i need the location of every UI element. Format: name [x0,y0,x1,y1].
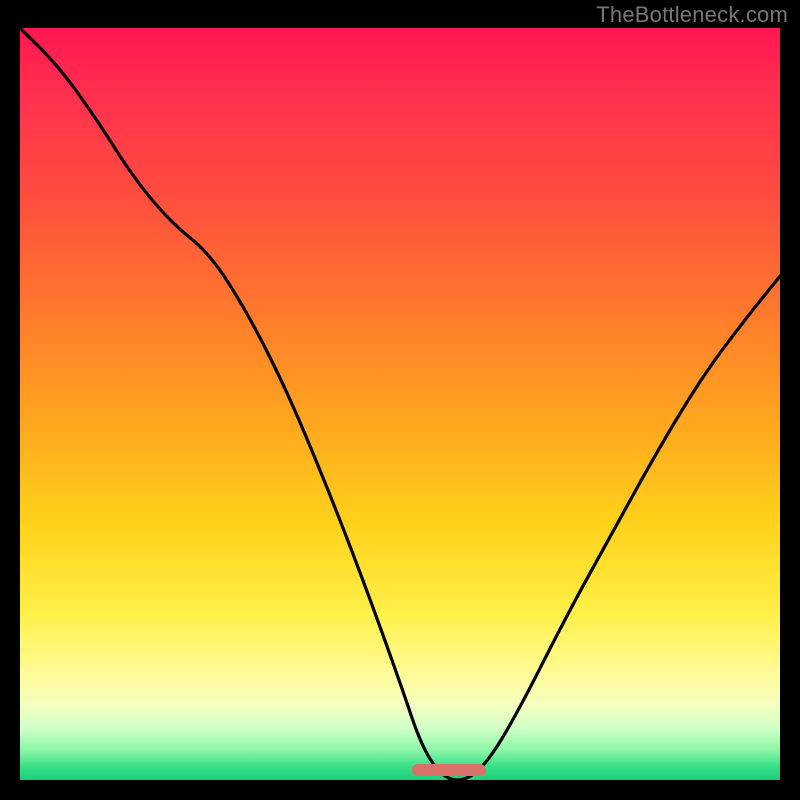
trough-marker [412,764,486,776]
curve-path [20,28,780,780]
plot-area [20,28,780,780]
bottleneck-curve [20,28,780,780]
chart-frame: TheBottleneck.com [0,0,800,800]
watermark-text: TheBottleneck.com [596,2,788,28]
